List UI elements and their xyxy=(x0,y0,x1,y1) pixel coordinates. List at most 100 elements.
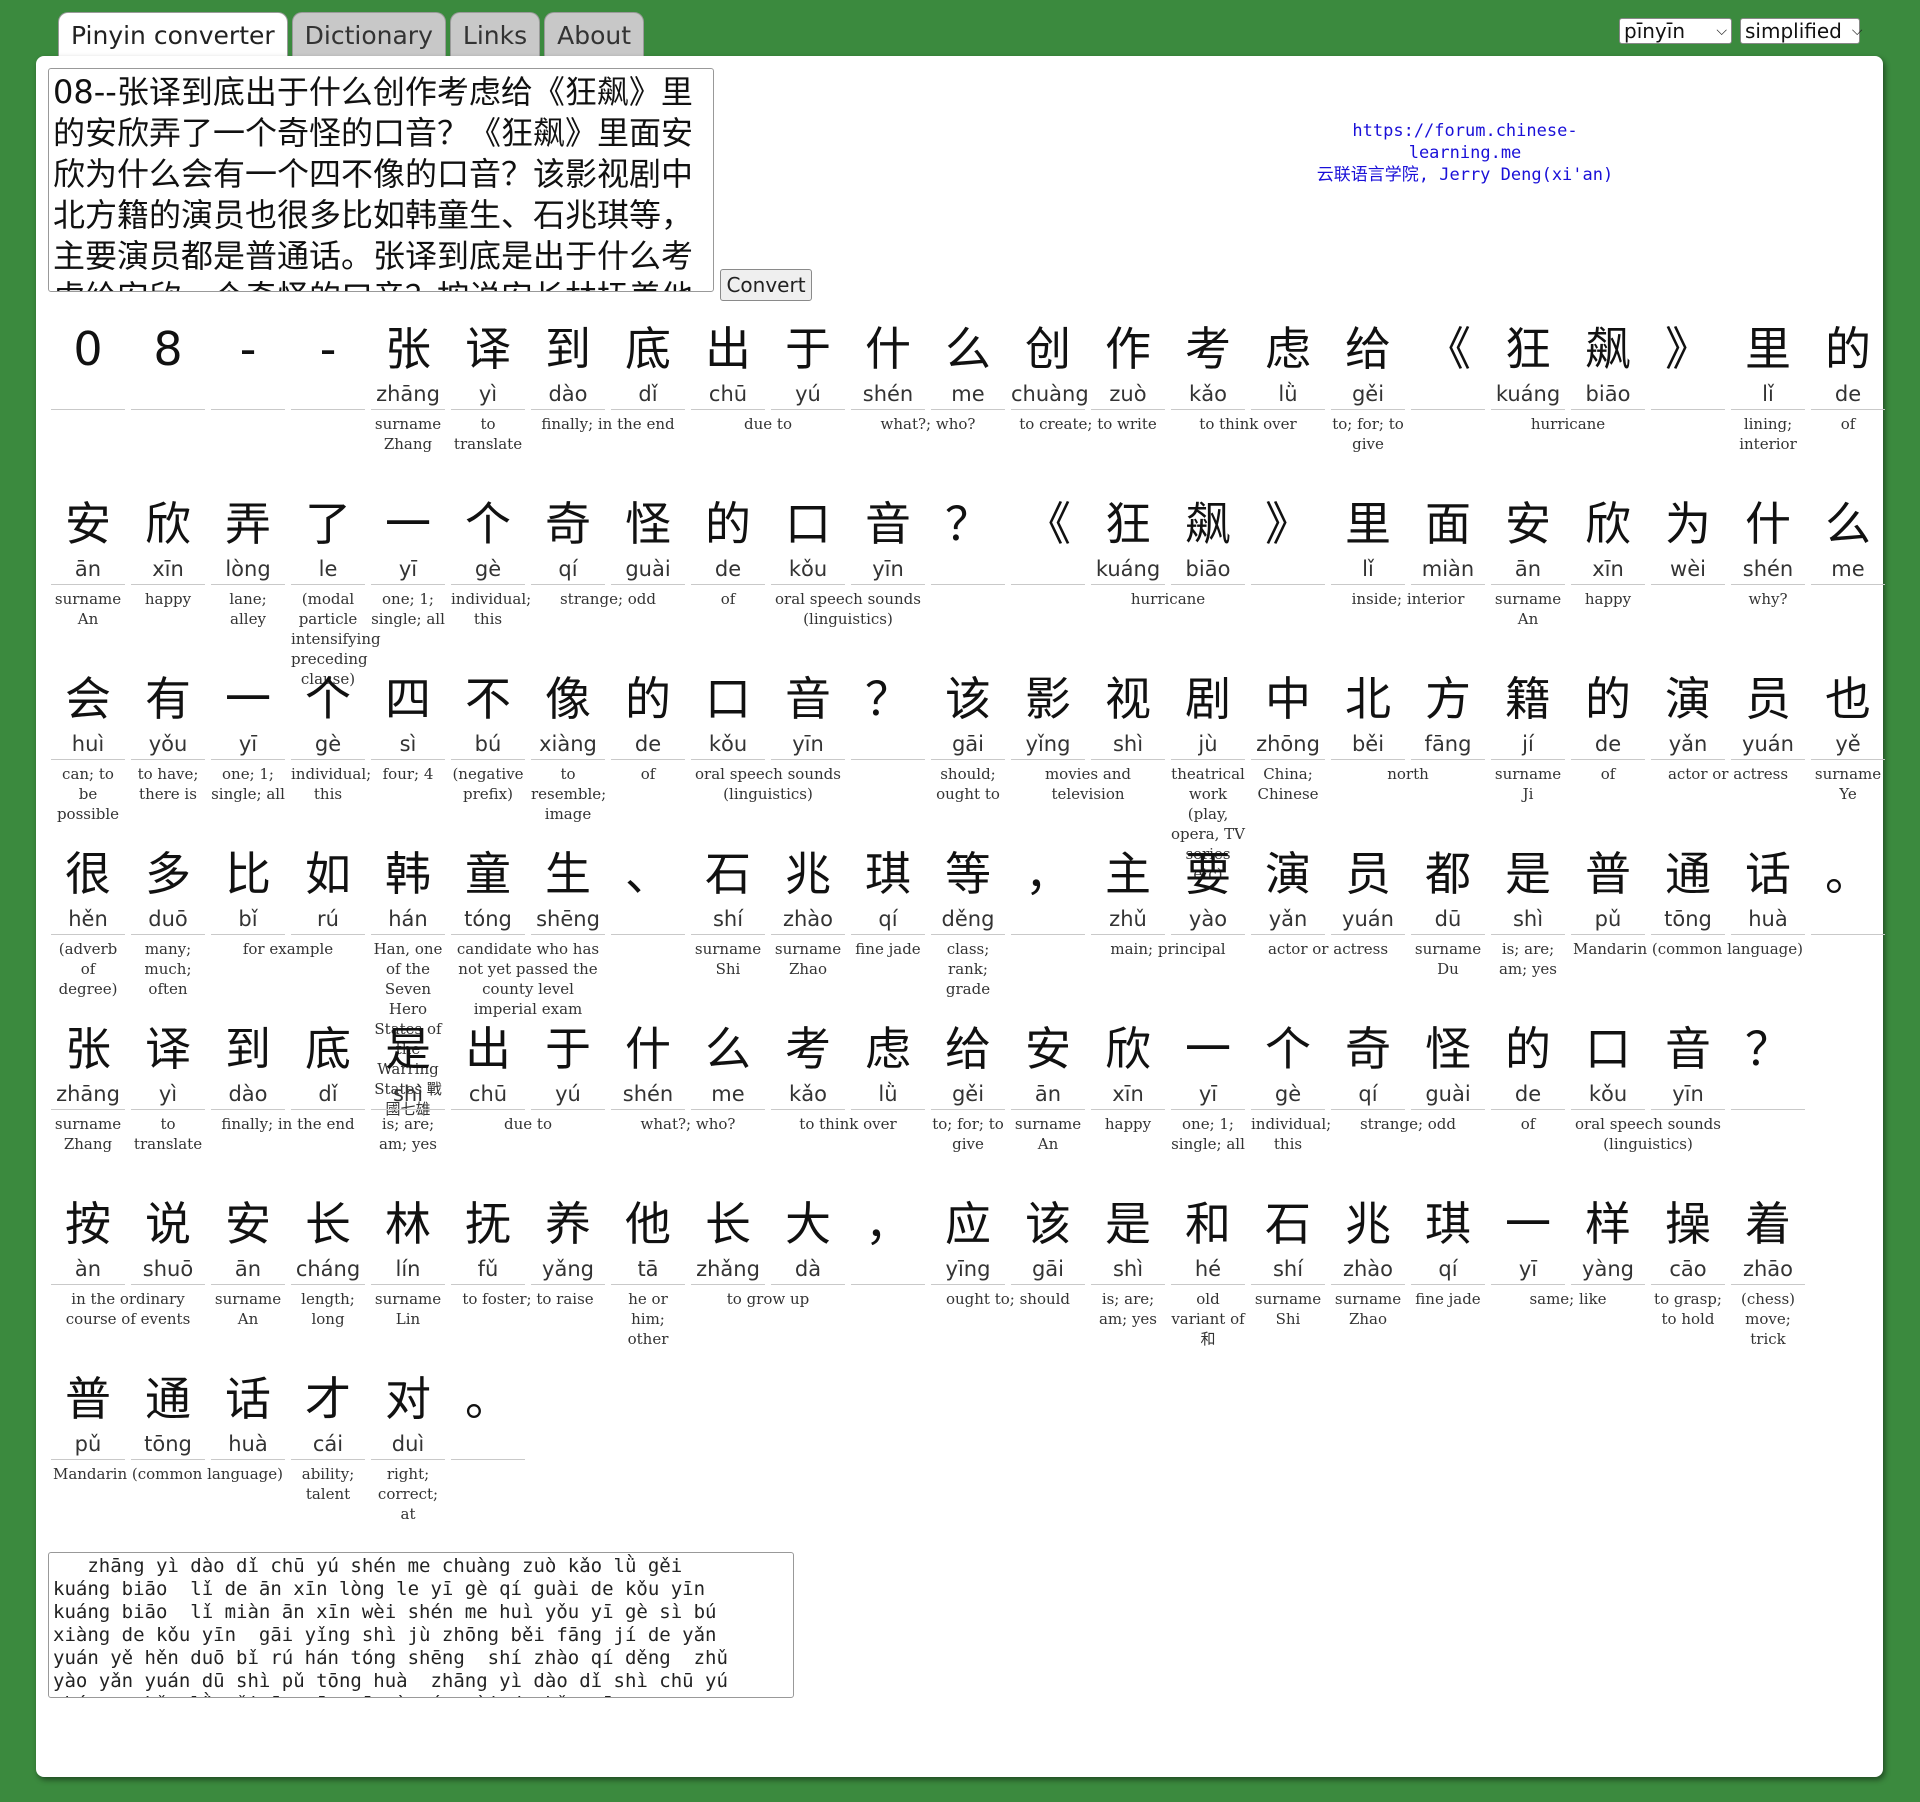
char-cell[interactable]: 北 běi xyxy=(1331,668,1405,760)
char-cell[interactable]: 口 kǒu xyxy=(771,493,845,585)
char-cell[interactable]: 飙 biāo xyxy=(1171,493,1245,585)
char-cell[interactable]: 出 chū xyxy=(691,318,765,410)
char-cell[interactable]: 员 yuán xyxy=(1731,668,1805,760)
char-cell[interactable]: 什 shén xyxy=(851,318,925,410)
char-cell[interactable]: 通 tōng xyxy=(131,1368,205,1460)
char-cell[interactable]: 要 yào xyxy=(1171,843,1245,935)
char-cell[interactable]: 到 dào xyxy=(211,1018,285,1110)
char-cell[interactable]: 样 yàng xyxy=(1571,1193,1645,1285)
char-cell[interactable]: 该 gāi xyxy=(931,668,1005,760)
char-cell[interactable]: 通 tōng xyxy=(1651,843,1725,935)
char-cell[interactable]: 大 dà xyxy=(771,1193,845,1285)
char-cell[interactable]: 口 kǒu xyxy=(691,668,765,760)
char-cell[interactable]: 弄 lòng xyxy=(211,493,285,585)
char-cell[interactable]: 个 gè xyxy=(291,668,365,760)
char-cell[interactable]: 对 duì xyxy=(371,1368,445,1460)
char-cell[interactable]: 8 xyxy=(131,318,205,410)
char-cell[interactable]: 生 shēng xyxy=(531,843,605,935)
char-cell[interactable]: 兆 zhào xyxy=(1331,1193,1405,1285)
char-cell[interactable]: 张 zhāng xyxy=(51,1018,125,1110)
char-cell[interactable]: 《 xyxy=(1411,318,1485,410)
char-cell[interactable]: 很 hěn xyxy=(51,843,125,935)
char-cell[interactable]: 有 yǒu xyxy=(131,668,205,760)
char-cell[interactable]: 是 shì xyxy=(371,1018,445,1110)
char-cell[interactable]: 里 lǐ xyxy=(1731,318,1805,410)
char-cell[interactable]: 童 tóng xyxy=(451,843,525,935)
char-cell[interactable]: 操 cāo xyxy=(1651,1193,1725,1285)
char-cell[interactable]: 韩 hán xyxy=(371,843,445,935)
char-cell[interactable]: 安 ān xyxy=(1011,1018,1085,1110)
char-cell[interactable]: 》 xyxy=(1651,318,1725,410)
char-cell[interactable]: 普 pǔ xyxy=(51,1368,125,1460)
char-cell[interactable]: 等 děng xyxy=(931,843,1005,935)
char-cell[interactable]: 。 xyxy=(1811,843,1885,935)
char-cell[interactable]: 如 rú xyxy=(291,843,365,935)
char-cell[interactable]: 方 fāng xyxy=(1411,668,1485,760)
char-cell[interactable]: 《 xyxy=(1011,493,1085,585)
char-cell[interactable]: - xyxy=(291,318,365,410)
char-cell[interactable]: 四 sì xyxy=(371,668,445,760)
char-cell[interactable]: 该 gāi xyxy=(1011,1193,1085,1285)
char-cell[interactable]: 一 yī xyxy=(1171,1018,1245,1110)
char-cell[interactable]: 的 de xyxy=(1571,668,1645,760)
char-cell[interactable]: 译 yì xyxy=(131,1018,205,1110)
char-cell[interactable]: - xyxy=(211,318,285,410)
script-select[interactable]: simplified ⌵ xyxy=(1740,18,1863,44)
char-cell[interactable]: 音 yīn xyxy=(1651,1018,1725,1110)
char-cell[interactable]: 于 yú xyxy=(531,1018,605,1110)
char-cell[interactable]: 底 dǐ xyxy=(611,318,685,410)
char-cell[interactable]: 欣 xīn xyxy=(1571,493,1645,585)
char-cell[interactable]: 个 gè xyxy=(1251,1018,1325,1110)
char-cell[interactable]: 什 shén xyxy=(611,1018,685,1110)
char-cell[interactable]: 抚 fǔ xyxy=(451,1193,525,1285)
char-cell[interactable]: 0 xyxy=(51,318,125,410)
char-cell[interactable]: 狂 kuáng xyxy=(1491,318,1565,410)
char-cell[interactable]: 话 huà xyxy=(1731,843,1805,935)
char-cell[interactable]: 为 wèi xyxy=(1651,493,1725,585)
char-cell[interactable]: 的 de xyxy=(691,493,765,585)
char-cell[interactable]: 虑 lǜ xyxy=(1251,318,1325,410)
char-cell[interactable]: 考 kǎo xyxy=(1171,318,1245,410)
char-cell[interactable]: 一 yī xyxy=(211,668,285,760)
char-cell[interactable]: 他 tā xyxy=(611,1193,685,1285)
char-cell[interactable]: 着 zhāo xyxy=(1731,1193,1805,1285)
char-cell[interactable]: 面 miàn xyxy=(1411,493,1485,585)
char-cell[interactable]: 不 bú xyxy=(451,668,525,760)
char-cell[interactable]: 话 huà xyxy=(211,1368,285,1460)
char-cell[interactable]: 》 xyxy=(1251,493,1325,585)
char-cell[interactable]: 到 dào xyxy=(531,318,605,410)
char-cell[interactable]: 底 dǐ xyxy=(291,1018,365,1110)
char-cell[interactable]: 视 shì xyxy=(1091,668,1165,760)
char-cell[interactable]: 兆 zhào xyxy=(771,843,845,935)
char-cell[interactable]: 演 yǎn xyxy=(1651,668,1725,760)
char-cell[interactable]: 么 me xyxy=(931,318,1005,410)
tab-about[interactable]: About xyxy=(544,12,645,56)
char-cell[interactable]: 主 zhǔ xyxy=(1091,843,1165,935)
char-cell[interactable]: 口 kǒu xyxy=(1571,1018,1645,1110)
char-cell[interactable]: 应 yīng xyxy=(931,1193,1005,1285)
char-cell[interactable]: 普 pǔ xyxy=(1571,843,1645,935)
char-cell[interactable]: 比 bǐ xyxy=(211,843,285,935)
char-cell[interactable]: 怪 guài xyxy=(1411,1018,1485,1110)
char-cell[interactable]: 音 yīn xyxy=(851,493,925,585)
char-cell[interactable]: 出 chū xyxy=(451,1018,525,1110)
char-cell[interactable]: 的 de xyxy=(611,668,685,760)
char-cell[interactable]: ， xyxy=(851,1193,925,1285)
char-cell[interactable]: 的 de xyxy=(1811,318,1885,410)
char-cell[interactable]: 译 yì xyxy=(451,318,525,410)
char-cell[interactable]: 里 lǐ xyxy=(1331,493,1405,585)
char-cell[interactable]: 创 chuàng xyxy=(1011,318,1089,410)
chinese-input-textarea[interactable]: 08--张译到底出于什么创作考虑给《狂飙》里的安欣弄了一个奇怪的口音？《狂飙》里… xyxy=(48,68,714,292)
char-cell[interactable]: 、 xyxy=(611,843,685,935)
char-cell[interactable]: ？ xyxy=(851,668,925,760)
char-cell[interactable]: 什 shén xyxy=(1731,493,1805,585)
char-cell[interactable]: 是 shì xyxy=(1491,843,1565,935)
char-cell[interactable]: 么 me xyxy=(1811,493,1885,585)
char-cell[interactable]: 虑 lǜ xyxy=(851,1018,925,1110)
char-cell[interactable]: 说 shuō xyxy=(131,1193,205,1285)
char-cell[interactable]: 养 yǎng xyxy=(531,1193,605,1285)
char-cell[interactable]: 一 yī xyxy=(371,493,445,585)
char-cell[interactable]: 考 kǎo xyxy=(771,1018,845,1110)
char-cell[interactable]: 奇 qí xyxy=(1331,1018,1405,1110)
char-cell[interactable]: ， xyxy=(1011,843,1085,935)
